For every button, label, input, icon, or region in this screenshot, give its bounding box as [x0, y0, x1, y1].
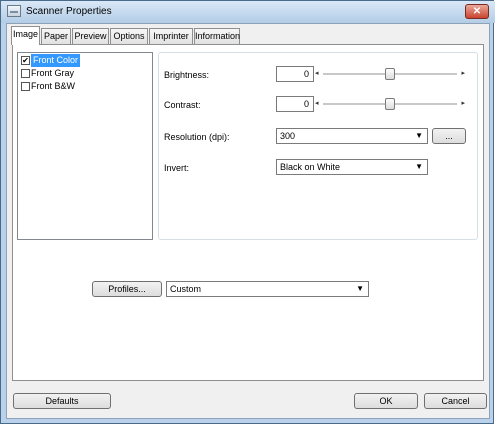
profiles-dropdown[interactable]: Custom ▼	[166, 281, 369, 297]
invert-dropdown[interactable]: Black on White ▼	[276, 159, 428, 175]
profiles-button[interactable]: Profiles...	[92, 281, 162, 297]
slider-thumb[interactable]	[385, 98, 395, 110]
contrast-label: Contrast:	[164, 100, 201, 110]
scanner-properties-window: Scanner Properties ✕ Image Paper Preview…	[0, 0, 495, 424]
slider-left-arrow-icon[interactable]: ◂	[315, 99, 319, 107]
invert-value: Black on White	[280, 162, 341, 172]
list-item-label: Front Gray	[31, 68, 75, 78]
list-item-label: Front Color	[31, 54, 81, 67]
defaults-button[interactable]: Defaults	[13, 393, 111, 409]
slider-thumb[interactable]	[385, 68, 395, 80]
resolution-value: 300	[280, 131, 296, 141]
image-settings-group: Brightness: 0 ◂ ▸ Contrast: 0 ◂ ▸ Resolu…	[158, 52, 478, 240]
chevron-down-icon: ▼	[415, 131, 423, 140]
scanner-icon	[7, 5, 21, 17]
brightness-value-field[interactable]: 0	[276, 66, 314, 82]
tab-image[interactable]: Image	[11, 26, 40, 45]
tab-paper[interactable]: Paper	[41, 28, 71, 44]
title-bar: Scanner Properties ✕	[1, 1, 495, 23]
list-item-front-color[interactable]: ✔ Front Color	[18, 54, 152, 67]
profile-value: Custom	[170, 284, 202, 294]
brightness-slider[interactable]: ◂ ▸	[315, 66, 465, 82]
slider-right-arrow-icon[interactable]: ▸	[461, 99, 465, 107]
resolution-label: Resolution (dpi):	[164, 132, 230, 142]
contrast-slider[interactable]: ◂ ▸	[315, 96, 465, 112]
contrast-value-field[interactable]: 0	[276, 96, 314, 112]
resolution-dropdown[interactable]: 300 ▼	[276, 128, 428, 144]
brightness-label: Brightness:	[164, 70, 210, 80]
resolution-more-button[interactable]: ...	[432, 128, 466, 144]
list-item-front-bw[interactable]: Front B&W	[18, 80, 152, 93]
invert-label: Invert:	[164, 163, 190, 173]
tab-options[interactable]: Options	[110, 28, 148, 44]
cancel-button[interactable]: Cancel	[424, 393, 487, 409]
front-bw-checkbox[interactable]	[21, 82, 30, 91]
chevron-down-icon: ▼	[356, 284, 364, 293]
front-gray-checkbox[interactable]	[21, 69, 30, 78]
tab-information[interactable]: Information	[194, 28, 240, 44]
image-type-list: ✔ Front Color Front Gray Front B&W	[17, 52, 153, 240]
front-color-checkbox[interactable]: ✔	[21, 56, 30, 65]
image-tab-panel: ✔ Front Color Front Gray Front B&W Brigh…	[12, 44, 484, 381]
tab-preview[interactable]: Preview	[72, 28, 109, 44]
chevron-down-icon: ▼	[415, 162, 423, 171]
window-title: Scanner Properties	[26, 6, 112, 17]
dialog-body: Image Paper Preview Options Imprinter In…	[6, 23, 490, 419]
close-button[interactable]: ✕	[465, 4, 489, 19]
list-item-label: Front B&W	[31, 81, 76, 91]
list-item-front-gray[interactable]: Front Gray	[18, 67, 152, 80]
ok-button[interactable]: OK	[354, 393, 418, 409]
slider-left-arrow-icon[interactable]: ◂	[315, 69, 319, 77]
slider-right-arrow-icon[interactable]: ▸	[461, 69, 465, 77]
tab-imprinter[interactable]: Imprinter	[149, 28, 193, 44]
